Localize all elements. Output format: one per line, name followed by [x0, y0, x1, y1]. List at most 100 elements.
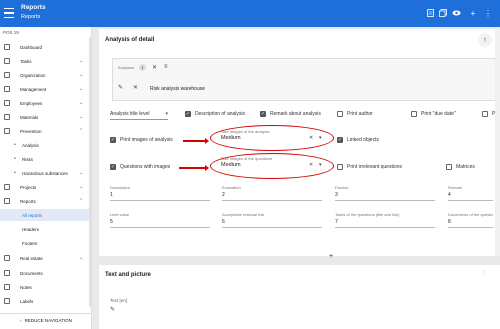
more-vertical-icon[interactable]: ⋮ [483, 8, 493, 18]
sidebar-item-labels[interactable]: Labels [0, 295, 92, 307]
org-icon [4, 72, 10, 78]
checkbox-label: Print irrelevant questions [347, 164, 403, 170]
document-icon[interactable] [425, 8, 435, 18]
labels-icon [4, 298, 10, 304]
checkbox-label: Description of analysis [195, 111, 246, 117]
pencil-icon[interactable]: ✎ [110, 306, 115, 313]
sidebar-item-real-estate[interactable]: Real estate ⌄ [0, 252, 92, 264]
sidebar-scrollbar[interactable] [89, 37, 92, 307]
sidebar-item-projects[interactable]: Projects ⌄ [0, 181, 92, 193]
analysis-title-level-select[interactable]: Analysis title level ▾ [110, 111, 168, 120]
sidebar-item-label: Management [20, 86, 47, 92]
checkbox-checked-icon: ✓ [337, 137, 343, 143]
arrow-up-icon[interactable]: ↑ [478, 33, 492, 47]
checkbox-checked-icon: ✓ [110, 164, 116, 170]
select-label: Analysis title level [110, 111, 150, 117]
field-value: 6 [222, 219, 225, 225]
field-label: Acceptable residual risk [222, 212, 265, 217]
plus-icon[interactable]: + [468, 8, 478, 18]
print-author-checkbox[interactable]: Print author [337, 111, 373, 117]
print-irrelevant-questions-checkbox[interactable]: Print irrelevant questions [337, 164, 402, 170]
limit-value-field[interactable]: Limit value 5 [110, 212, 210, 228]
sidebar-item-label: Hazardous substances [22, 170, 68, 176]
analyses-box: Analyses 1 ✕ ≡ ✎ ✕ Risk analysis warehou… [112, 58, 500, 101]
eye-icon[interactable] [451, 8, 461, 18]
chevron-down-icon: ⌄ [79, 72, 84, 78]
sidebar-item-hazardous-substances[interactable]: • Hazardous substances ⌄ [0, 167, 92, 179]
print-images-of-analysis-checkbox[interactable]: ✓ Print images of analysis [110, 137, 173, 143]
sidebar-item-documents[interactable]: Documents [0, 267, 92, 279]
sidebar-item-label: Employees [20, 100, 43, 106]
sidebar-item-dashboard[interactable]: Dashboard [0, 41, 92, 53]
main-scrollbar[interactable] [495, 29, 500, 256]
sidebar-item-label: Tasks [20, 58, 32, 64]
description-field[interactable]: Description 1 [110, 185, 210, 201]
sidebar-item-prevention[interactable]: Prevention ⌃ [0, 125, 92, 137]
matrices-checkbox[interactable]: Matrices [446, 164, 475, 170]
projects-icon [4, 184, 10, 190]
sidebar-item-headers[interactable]: Headers [0, 223, 92, 235]
checkbox-empty-icon [482, 111, 488, 117]
notes-icon [4, 284, 10, 290]
sidebar-item-employees[interactable]: Employees ⌄ [0, 97, 92, 109]
checkbox-checked-icon: ✓ [260, 111, 266, 117]
copy-icon[interactable] [438, 8, 448, 18]
documents-of-questions-field[interactable]: Documents of the questions 8 [448, 212, 493, 228]
sidebar: POS 19 Dashboard Tasks ⌄ Organization ⌄ … [0, 27, 92, 329]
print-more-checkbox[interactable]: P [482, 111, 495, 117]
sidebar-item-tasks[interactable]: Tasks ⌄ [0, 55, 92, 67]
add-section-button[interactable]: + [327, 252, 335, 260]
app-header: Reports Reports + ⋮ [0, 0, 500, 27]
acceptable-residual-risk-field[interactable]: Acceptable residual risk 6 [222, 212, 322, 228]
chevron-down-icon: ⌄ [79, 114, 84, 120]
sidebar-item-risks[interactable]: • Risks [0, 153, 92, 165]
sidebar-item-all-reports[interactable]: All reports [0, 209, 92, 221]
chevron-down-icon: ⌄ [79, 170, 84, 176]
app-title: Reports [21, 4, 46, 11]
sidebar-item-notes[interactable]: Notes [0, 281, 92, 293]
analysis-name: Risk analysis warehouse [150, 86, 206, 92]
print-due-date-checkbox[interactable]: Print "due date" [411, 111, 456, 117]
reduce-navigation-label: REDUCE NAVIGATION [24, 318, 72, 323]
field-label: Limit value [110, 212, 130, 217]
people-icon [4, 100, 10, 106]
sidebar-item-reports[interactable]: Reports ⌃ [0, 195, 92, 207]
documents-icon [4, 270, 10, 276]
sidebar-item-organization[interactable]: Organization ⌄ [0, 69, 92, 81]
field-label: Description [110, 185, 131, 190]
sidebar-item-management[interactable]: Management ⌄ [0, 83, 92, 95]
sidebar-item-materials[interactable]: Materials ⌄ [0, 111, 92, 123]
close-icon[interactable]: ✕ [152, 64, 157, 71]
description-of-analysis-checkbox[interactable]: ✓ Description of analysis [185, 111, 245, 117]
checkbox-label: Matrices [456, 164, 475, 170]
menu-icon[interactable] [4, 8, 14, 18]
questions-with-images-checkbox[interactable]: ✓ Questions with images [110, 164, 170, 170]
linked-objects-checkbox[interactable]: ✓ Linked objects [337, 137, 379, 143]
bullet-icon: • [14, 156, 16, 162]
text-and-picture-panel: Text and picture ↑ Text [en] ✎ [99, 265, 500, 329]
sidebar-item-analysis[interactable]: • Analysis [0, 139, 92, 151]
context-label: POS 19 [3, 30, 19, 35]
reduce-navigation-button[interactable]: ‹ REDUCE NAVIGATION [0, 313, 92, 327]
sidebar-item-label: Analysis [22, 142, 39, 148]
chevron-down-icon: ⌄ [79, 100, 84, 106]
sidebar-item-label: Headers [22, 226, 40, 232]
sidebar-item-footers[interactable]: Footers [0, 237, 92, 249]
checkbox-empty-icon [411, 111, 417, 117]
checkbox-label: Remark about analysis [270, 111, 321, 117]
arrow-up-icon[interactable]: ↑ [483, 270, 486, 276]
tasks-of-questions-field[interactable]: Tasks of the questions (title and link) … [335, 212, 435, 228]
pencil-icon[interactable]: ✎ [118, 84, 123, 91]
remark-about-analysis-checkbox[interactable]: ✓ Remark about analysis [260, 111, 321, 117]
sidebar-item-label: Real estate [20, 255, 43, 261]
add-list-icon[interactable]: ≡ [164, 64, 168, 70]
evaluation-field[interactable]: Evaluation 2 [222, 185, 322, 201]
sidebar-item-label: Notes [20, 284, 32, 290]
remark-field[interactable]: Remark 4 [448, 185, 493, 201]
factors-field[interactable]: Factors 3 [335, 185, 435, 201]
checkbox-icon [4, 58, 10, 64]
remove-icon[interactable]: ✕ [133, 84, 138, 91]
highlight-oval [210, 153, 334, 179]
checkbox-empty-icon [446, 164, 452, 170]
checkbox-empty-icon [337, 164, 343, 170]
